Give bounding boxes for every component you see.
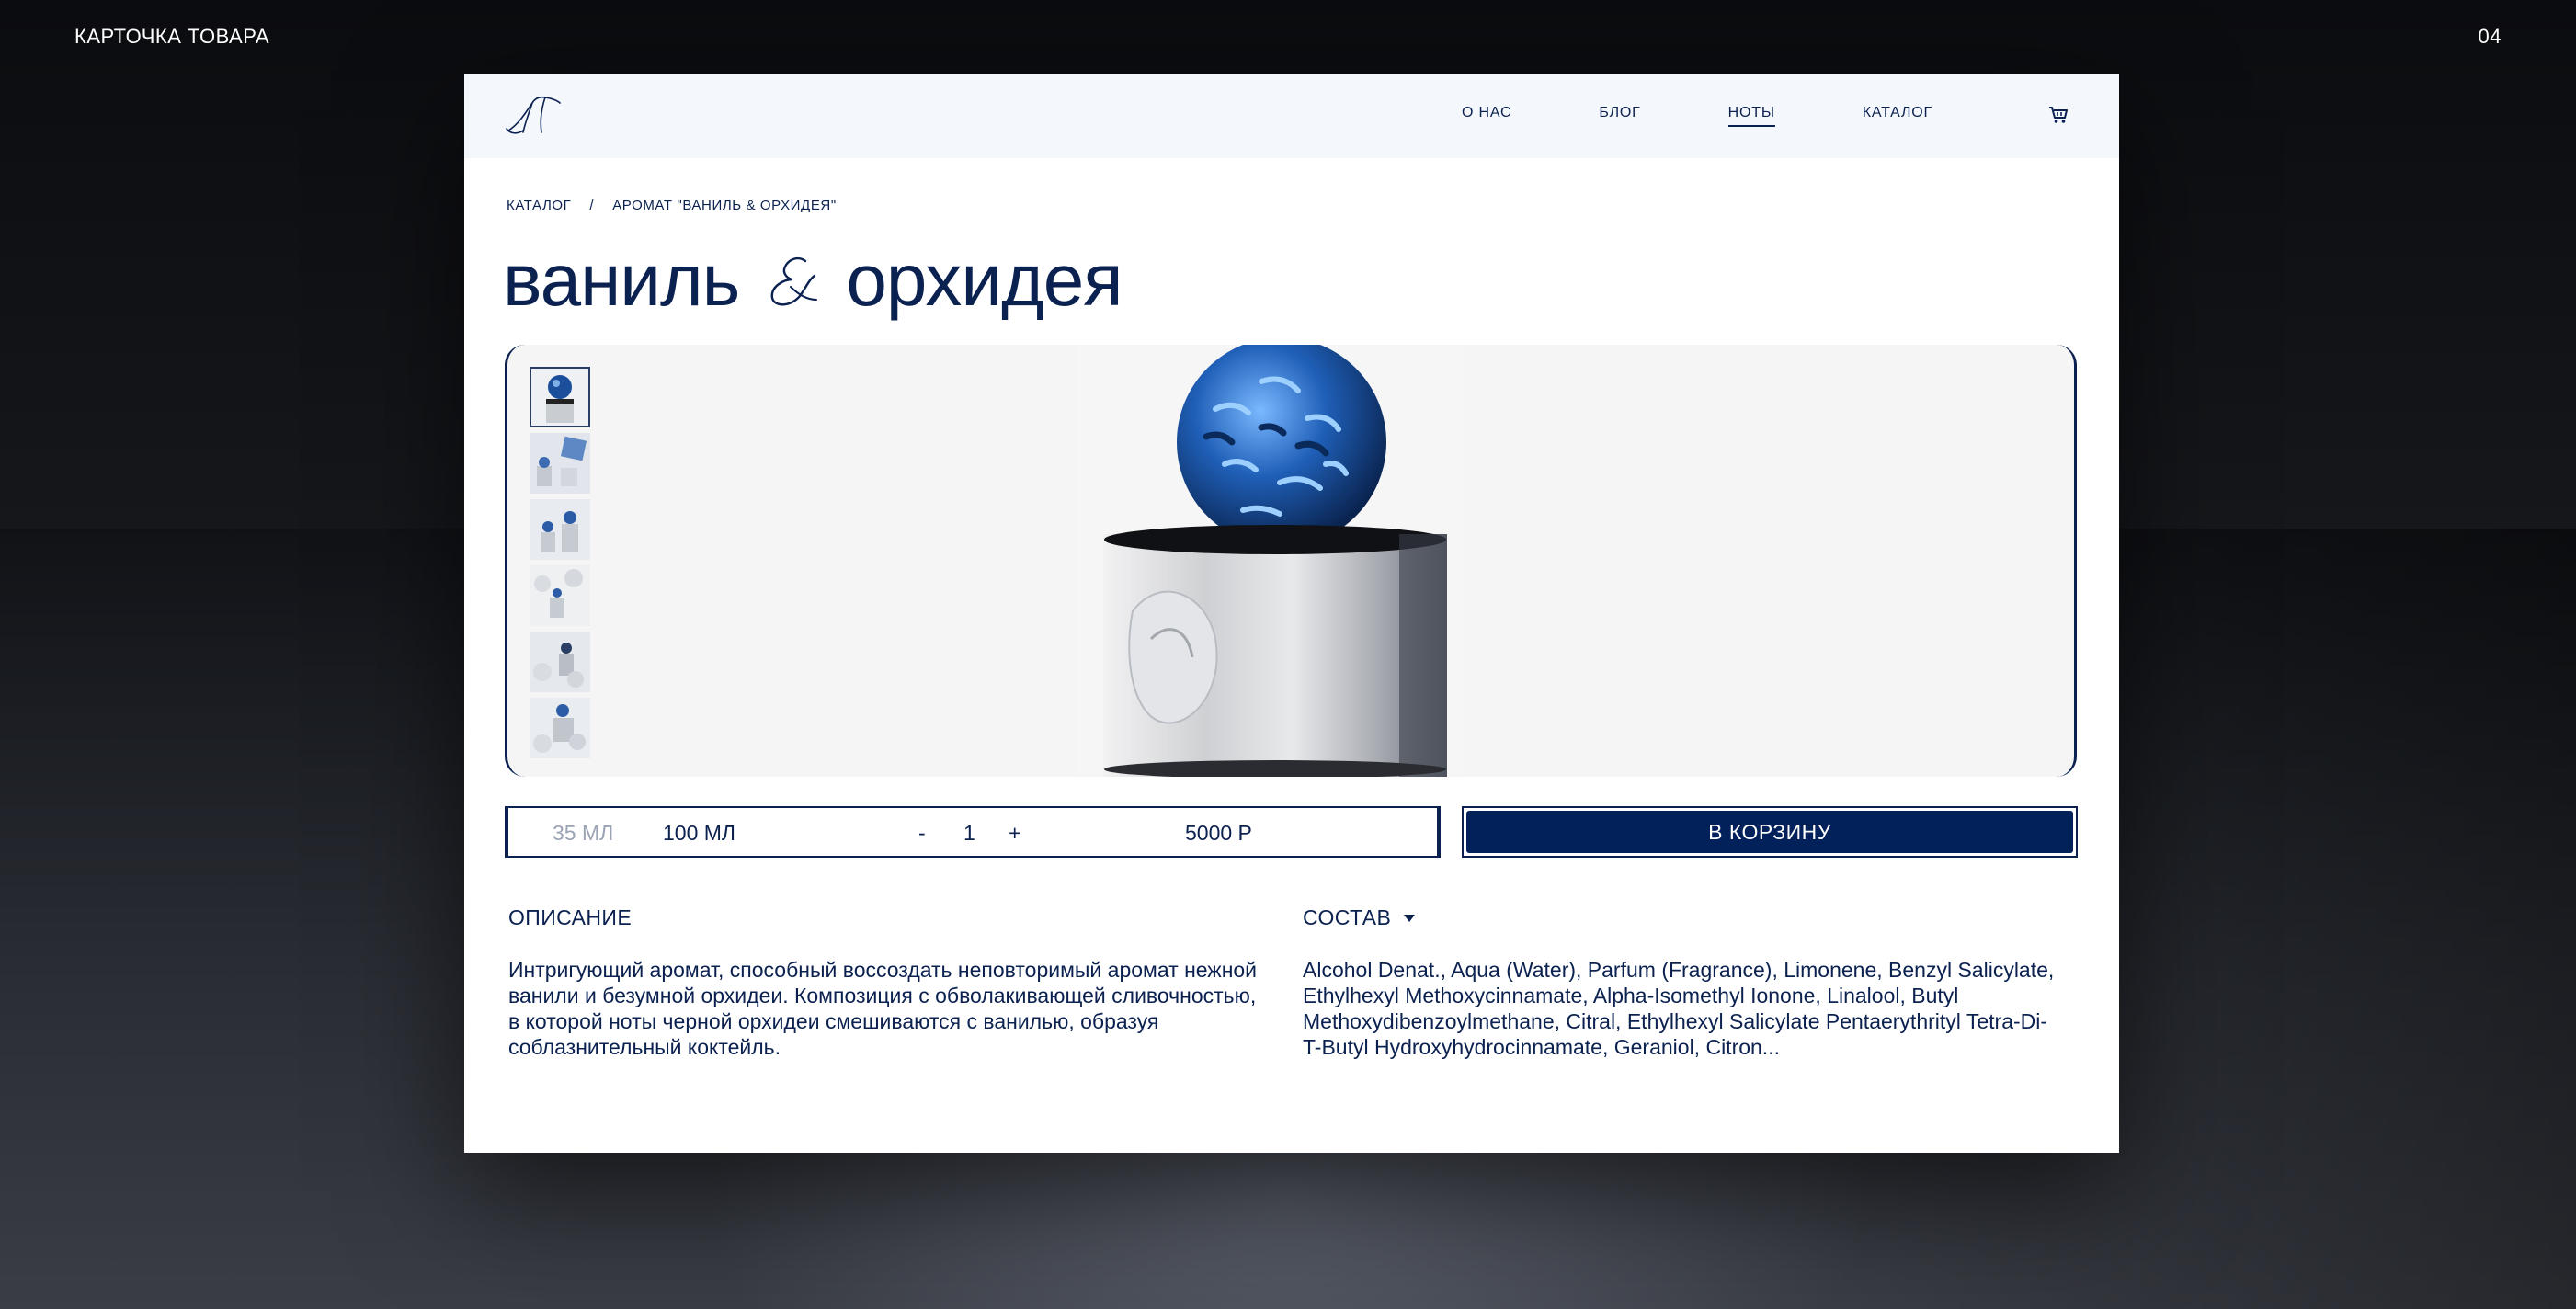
composition-heading: СОСТАВ: [1303, 905, 1392, 929]
nav-item-notes[interactable]: НОТЫ: [1727, 105, 1775, 127]
product-main-image: [1077, 345, 1464, 777]
title-word-orchid: орхидея: [846, 239, 1123, 321]
volume-option-100ml[interactable]: 100 МЛ: [663, 821, 735, 846]
gallery-thumbnail-2[interactable]: [530, 433, 590, 494]
quantity-value: 1: [963, 821, 975, 845]
page-title: ваниль орхидея: [503, 230, 1123, 331]
product-gallery: [505, 345, 2077, 777]
bottle-thumbnail-image: [531, 369, 588, 426]
chevron-down-icon: [1404, 914, 1416, 922]
purchase-options: 35 МЛ 100 МЛ - 1 + 5000 Р: [505, 806, 1441, 858]
product-card-mockup: О НАС БЛОГ НОТЫ КАТАЛОГ КАТАЛОГ / АРОМАТ…: [464, 74, 2119, 1153]
slide-number: 04: [2478, 25, 2502, 48]
flowers-thumbnail-image: [530, 565, 590, 626]
two-bottles-thumbnail-image: [530, 499, 590, 560]
script-ampersand-icon: [771, 256, 818, 306]
breadcrumb-catalog[interactable]: КАТАЛОГ: [507, 198, 571, 213]
gallery-thumbnail-5[interactable]: [530, 632, 590, 692]
gallery-thumbnail-3[interactable]: [530, 499, 590, 560]
cart-icon[interactable]: [2047, 105, 2069, 125]
slide-title: КАРТОЧКА ТОВАРА: [74, 25, 270, 48]
quantity-increase-button[interactable]: +: [1009, 821, 1020, 846]
add-to-cart-button[interactable]: В КОРЗИНУ: [1466, 811, 2073, 853]
breadcrumb: КАТАЛОГ / АРОМАТ "ВАНИЛЬ & ОРХИДЕЯ": [507, 198, 837, 213]
nav-item-blog[interactable]: БЛОГ: [1599, 105, 1640, 127]
breadcrumb-current: АРОМАТ "ВАНИЛЬ & ОРХИДЕЯ": [612, 198, 837, 213]
title-word-vanilla: ваниль: [503, 239, 740, 321]
add-to-cart-wrapper: В КОРЗИНУ: [1462, 806, 2078, 858]
packaging-thumbnail-image: [530, 433, 590, 494]
bottle-orchids-thumbnail-image: [530, 632, 590, 692]
description-text: Интригующий аромат, способный воссоздать…: [508, 958, 1258, 1059]
quantity-decrease-button[interactable]: -: [918, 821, 926, 846]
breadcrumb-separator: /: [589, 198, 595, 213]
gallery-thumbnail-6[interactable]: [530, 698, 590, 758]
composition-toggle[interactable]: СОСТАВ: [1303, 905, 1416, 930]
script-logo-icon[interactable]: [505, 94, 562, 138]
gallery-thumbnail-1[interactable]: [530, 367, 590, 427]
volume-option-35ml[interactable]: 35 МЛ: [553, 821, 613, 846]
nav-item-about[interactable]: О НАС: [1462, 105, 1511, 127]
nav-item-catalog[interactable]: КАТАЛОГ: [1863, 105, 1932, 127]
gallery-thumbnail-4[interactable]: [530, 565, 590, 626]
thumbnail-list: [530, 367, 590, 758]
nav-links: О НАС БЛОГ НОТЫ КАТАЛОГ: [1462, 105, 2020, 127]
composition-text: Alcohol Denat., Aqua (Water), Parfum (Fr…: [1303, 958, 2055, 1059]
bottle-closeup-thumbnail-image: [530, 698, 590, 758]
product-price: 5000 Р: [1185, 821, 1252, 845]
top-nav: О НАС БЛОГ НОТЫ КАТАЛОГ: [464, 74, 2119, 158]
description-heading: ОПИСАНИЕ: [508, 905, 633, 929]
